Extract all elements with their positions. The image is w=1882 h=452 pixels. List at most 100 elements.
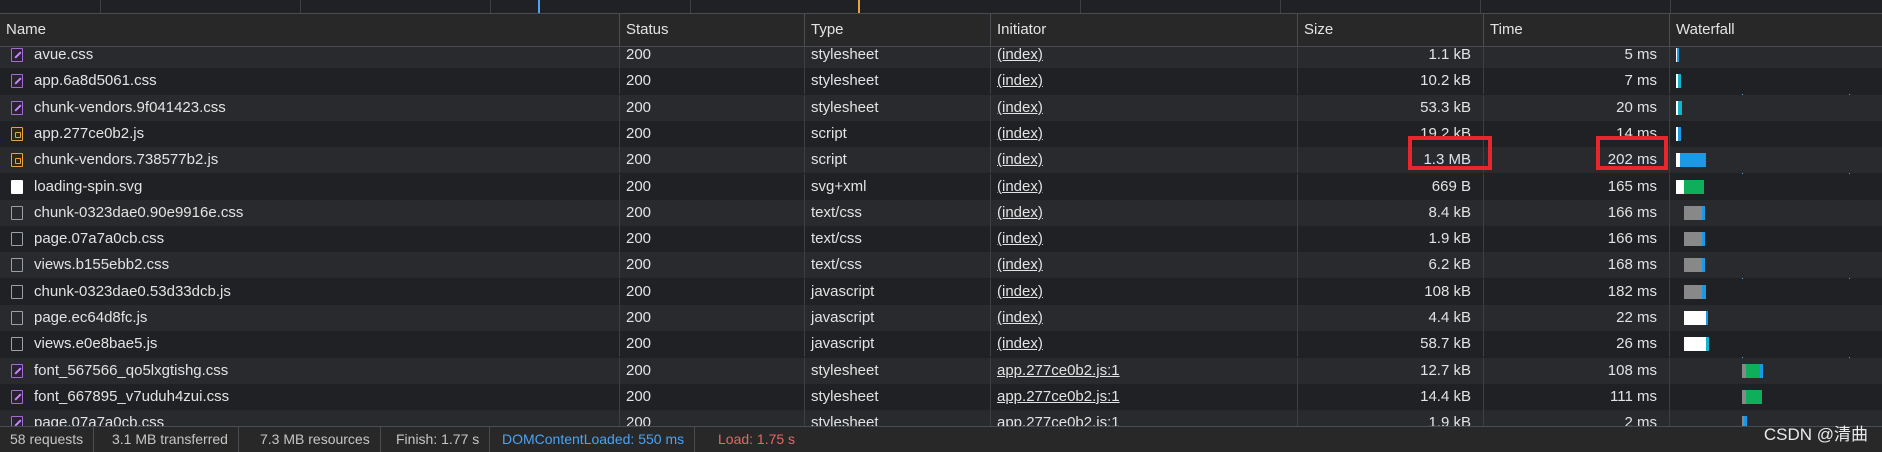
cell-name[interactable]: chunk-0323dae0.53d33dcb.js xyxy=(0,278,620,305)
initiator-link[interactable]: (index) xyxy=(997,230,1043,247)
cell-initiator: (index) xyxy=(991,305,1298,331)
table-row[interactable]: loading-spin.svg 200 svg+xml (index) 669 B 16… xyxy=(0,173,1882,200)
cell-name[interactable]: font_567566_qo5lxgtishg.css xyxy=(0,357,620,384)
waterfall-bar xyxy=(1746,389,1762,404)
initiator-link[interactable]: (index) xyxy=(997,309,1043,326)
cell-name[interactable]: avue.css xyxy=(0,47,620,68)
cell-time: 182 ms xyxy=(1484,278,1670,305)
cell-name[interactable]: app.6a8d5061.css xyxy=(0,68,620,95)
table-row[interactable]: page.07a7a0cb.css 200 text/css (index) 1.9 k… xyxy=(0,226,1882,253)
initiator-link[interactable]: (index) xyxy=(997,204,1043,221)
cell-waterfall xyxy=(1670,200,1882,226)
request-name: views.b155ebb2.css xyxy=(34,256,170,274)
cell-type: script xyxy=(805,147,991,174)
column-header-time[interactable]: Time xyxy=(1484,14,1670,46)
waterfall-bar xyxy=(1760,363,1763,378)
initiator-link[interactable]: (index) xyxy=(997,151,1043,168)
cell-size: 10.2 kB xyxy=(1298,68,1484,95)
request-name: chunk-0323dae0.90e9916e.css xyxy=(34,203,244,221)
overview-load-marker xyxy=(858,0,860,13)
waterfall-bar xyxy=(1746,363,1760,378)
column-header-initiator[interactable]: Initiator xyxy=(991,14,1298,46)
initiator-link[interactable]: (index) xyxy=(997,72,1043,89)
initiator-link[interactable]: (index) xyxy=(997,283,1043,300)
cell-name[interactable]: app.277ce0b2.js xyxy=(0,120,620,147)
table-row[interactable]: app.6a8d5061.css 200 stylesheet (index) 10.2… xyxy=(0,68,1882,95)
table-row[interactable]: avue.css 200 stylesheet (index) 1.1 kB 5 ms xyxy=(0,47,1882,68)
cell-name[interactable]: page.07a7a0cb.css xyxy=(0,410,620,426)
cell-name[interactable]: loading-spin.svg xyxy=(0,173,620,200)
cell-size: 1.9 kB xyxy=(1298,410,1484,426)
initiator-link[interactable]: (index) xyxy=(997,256,1043,273)
cell-name[interactable]: chunk-vendors.9f041423.css xyxy=(0,94,620,121)
column-header-type[interactable]: Type xyxy=(805,14,991,46)
cell-status: 200 xyxy=(620,383,805,410)
overview-tick xyxy=(490,0,491,13)
cell-name[interactable]: page.ec64d8fc.js xyxy=(0,305,620,331)
js-file-icon xyxy=(11,153,23,168)
cell-type: script xyxy=(805,120,991,147)
cell-initiator: app.277ce0b2.js:1 xyxy=(991,410,1298,426)
table-row[interactable]: font_667895_v7uduh4zui.css 200 stylesheet a… xyxy=(0,383,1882,410)
document-file-icon xyxy=(11,258,23,273)
table-row[interactable]: page.07a7a0cb.css 200 stylesheet app.277ce0… xyxy=(0,410,1882,426)
cell-name[interactable]: views.b155ebb2.css xyxy=(0,252,620,279)
cell-size: 12.7 kB xyxy=(1298,357,1484,384)
cell-initiator: app.277ce0b2.js:1 xyxy=(991,383,1298,410)
table-row[interactable]: font_567566_qo5lxgtishg.css 200 stylesheet… xyxy=(0,357,1882,384)
request-name: chunk-vendors.738577b2.js xyxy=(34,151,219,169)
initiator-link[interactable]: (index) xyxy=(997,125,1043,142)
table-row[interactable]: page.ec64d8fc.js 200 javascript (index) 4.4 … xyxy=(0,305,1882,331)
timeline-overview[interactable] xyxy=(0,0,1882,14)
overview-dcl-marker xyxy=(538,0,540,13)
cell-type: stylesheet xyxy=(805,410,991,426)
cell-time: 5 ms xyxy=(1484,47,1670,68)
initiator-link[interactable]: (index) xyxy=(997,47,1043,63)
column-header-name[interactable]: Name xyxy=(0,14,620,46)
initiator-link[interactable]: (index) xyxy=(997,178,1043,195)
column-header-waterfall[interactable]: Waterfall xyxy=(1670,14,1882,46)
overview-tick xyxy=(1670,0,1671,13)
cell-status: 200 xyxy=(620,226,805,253)
request-name: views.e0e8bae5.js xyxy=(34,335,158,353)
cell-waterfall xyxy=(1670,47,1882,68)
request-name: app.6a8d5061.css xyxy=(34,72,157,90)
request-name: page.07a7a0cb.css xyxy=(34,414,165,426)
table-row[interactable]: chunk-0323dae0.90e9916e.css 200 text/css (i… xyxy=(0,199,1882,226)
cell-waterfall xyxy=(1670,358,1882,384)
cell-status: 200 xyxy=(620,278,805,305)
cell-name[interactable]: page.07a7a0cb.css xyxy=(0,226,620,253)
column-header-status[interactable]: Status xyxy=(620,14,805,46)
table-row[interactable]: chunk-vendors.9f041423.css 200 stylesheet (… xyxy=(0,94,1882,121)
table-row[interactable]: views.e0e8bae5.js 200 javascript (index) 58.… xyxy=(0,331,1882,358)
waterfall-bar xyxy=(1678,126,1681,141)
cell-name[interactable]: chunk-0323dae0.90e9916e.css xyxy=(0,199,620,226)
cell-type: stylesheet xyxy=(805,94,991,121)
waterfall-bar xyxy=(1706,337,1709,352)
cell-status: 200 xyxy=(620,173,805,200)
cell-status: 200 xyxy=(620,199,805,226)
cell-name[interactable]: chunk-vendors.738577b2.js xyxy=(0,147,620,174)
cell-status: 200 xyxy=(620,357,805,384)
column-header-size[interactable]: Size xyxy=(1298,14,1484,46)
table-header: Name Status Type Initiator Size Time Wat… xyxy=(0,14,1882,47)
css-file-icon xyxy=(11,74,23,89)
initiator-link[interactable]: app.277ce0b2.js:1 xyxy=(997,414,1120,426)
document-file-icon xyxy=(11,232,23,247)
cell-name[interactable]: font_667895_v7uduh4zui.css xyxy=(0,383,620,410)
status-load: Load: 1.75 s xyxy=(718,431,796,447)
request-name: page.ec64d8fc.js xyxy=(34,309,148,326)
initiator-link[interactable]: (index) xyxy=(997,335,1043,352)
initiator-link[interactable]: app.277ce0b2.js:1 xyxy=(997,362,1120,379)
cell-initiator: app.277ce0b2.js:1 xyxy=(991,357,1298,384)
cell-initiator: (index) xyxy=(991,120,1298,147)
cell-waterfall xyxy=(1670,331,1882,357)
initiator-link[interactable]: app.277ce0b2.js:1 xyxy=(997,388,1120,405)
table-row[interactable]: views.b155ebb2.css 200 text/css (index) 6.2 … xyxy=(0,252,1882,279)
table-row[interactable]: chunk-0323dae0.53d33dcb.js 200 javascript (… xyxy=(0,278,1882,305)
cell-name[interactable]: views.e0e8bae5.js xyxy=(0,331,620,358)
cell-time: 168 ms xyxy=(1484,252,1670,279)
initiator-link[interactable]: (index) xyxy=(997,99,1043,116)
waterfall-bar xyxy=(1680,153,1706,168)
cell-initiator: (index) xyxy=(991,278,1298,305)
